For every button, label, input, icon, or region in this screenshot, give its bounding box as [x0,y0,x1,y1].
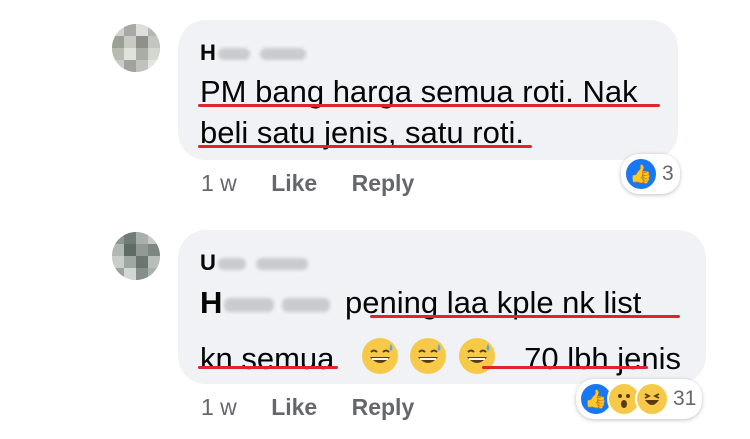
blurred-name [259,48,306,61]
comment-text-line: beli satu jenis, satu roti. [200,115,524,150]
avatar[interactable] [112,232,160,280]
reply-button[interactable]: Reply [352,170,415,196]
reaction-count: 3 [662,162,674,185]
blurred-name [217,48,250,61]
avatar[interactable] [112,24,160,72]
underline-mark [198,366,338,369]
like-button[interactable]: Like [271,170,317,196]
underline-mark [482,366,648,369]
comment-time[interactable]: 1 w [201,394,237,420]
reaction-summary[interactable]: 👍 3 [621,154,680,194]
comment-author[interactable]: U [200,250,308,276]
comment-meta: 1 w Like Reply [201,170,414,197]
sweat-smile-emoji [410,338,447,374]
haha-icon [635,382,669,416]
underline-mark [198,104,660,107]
comment-text: 70 lbh jenis [524,341,681,376]
mention-tag[interactable]: H [200,285,331,320]
blurred-name [282,297,331,312]
comment-text: kn semua [200,341,335,376]
reaction-summary[interactable]: 👍 31 [576,379,703,419]
underline-mark [370,315,680,318]
author-initial: H [200,40,216,65]
comment-text-line: H pening laa kple nk list [200,287,641,318]
reply-button[interactable]: Reply [352,394,415,420]
comment-time[interactable]: 1 w [201,170,237,196]
like-button[interactable]: Like [271,394,317,420]
mention-initial: H [200,285,223,320]
blurred-name [224,297,275,312]
reaction-count: 31 [673,387,697,410]
blurred-name [255,258,308,271]
author-initial: U [200,250,216,275]
underline-mark [198,145,532,148]
sweat-smile-emoji [361,338,398,374]
like-icon: 👍 [624,157,658,191]
comment-author[interactable]: H [200,40,306,66]
blurred-name [217,258,246,271]
comment-meta: 1 w Like Reply [201,394,414,421]
comment-text-line: PM bang harga semua roti. Nak [200,74,638,109]
